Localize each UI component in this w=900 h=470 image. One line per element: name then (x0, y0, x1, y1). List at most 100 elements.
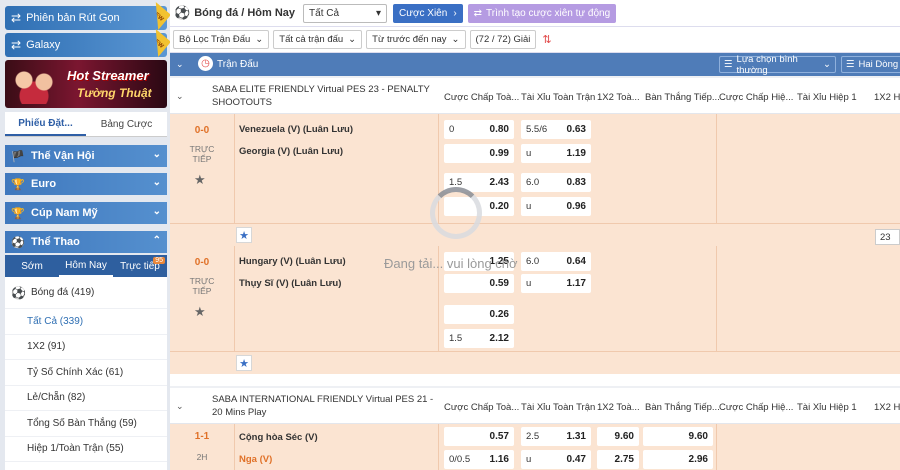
loading-spinner-icon (430, 187, 482, 239)
chevron-down-icon: ⌄ (348, 34, 357, 45)
match-footer: ★ (170, 352, 900, 374)
odds-button[interactable]: 9.60 (597, 427, 639, 446)
odds-value: 0.80 (489, 124, 509, 135)
soccer-ball-icon: ⚽ (11, 236, 25, 249)
odds-button[interactable]: 0.99 (444, 144, 514, 163)
banner-line-2: Tường Thuật (77, 86, 152, 100)
tab-today[interactable]: Hôm Nay (59, 255, 113, 277)
match-status: TRỰC TIẾP (189, 276, 215, 296)
market-item-correct-score[interactable]: Tỷ Số Chính Xác (61) (5, 360, 167, 386)
odds-button[interactable]: 0.59 (444, 274, 514, 293)
tab-bet-list[interactable]: Bảng Cược (86, 112, 167, 136)
odds-button[interactable]: 0.26 (444, 305, 514, 324)
odds-button[interactable]: 1.5 2.12 (444, 329, 514, 348)
odds-value: 0.63 (566, 124, 586, 135)
sidebar-section-euro[interactable]: 🏆 Euro ⌄ (5, 173, 167, 195)
odds-button[interactable]: 5.5/6 0.63 (521, 120, 591, 139)
odds-value: 0.47 (566, 454, 586, 465)
league-filter-label: Bộ Lọc Trận Đấu (179, 34, 251, 45)
olympics-icon: 🏴 (11, 150, 25, 163)
star-icon[interactable]: ★ (236, 355, 252, 371)
odds-value: 0.59 (489, 278, 509, 289)
odds-button[interactable]: 2.75 (597, 450, 639, 469)
odds-button[interactable]: 9.60 (643, 427, 713, 446)
section-label: Thể Thao (31, 236, 80, 248)
compact-version-link[interactable]: ⇄ Phiên bản Rút Gọn NEW (5, 6, 167, 30)
soccer-ball-icon: ⚽ (174, 5, 191, 20)
auto-parlay-button[interactable]: ⇄ Trình tạo cược xiên tự động (467, 3, 617, 23)
total-line: 2.5 (526, 431, 540, 442)
chevron-down-icon[interactable]: ⌄ (176, 91, 184, 102)
market-header: Tài Xỉu Toàn Trận (521, 402, 596, 413)
match-status: 2H (196, 452, 208, 462)
odds-button[interactable]: 2.96 (643, 450, 713, 469)
league-filter-dropdown[interactable]: Bộ Lọc Trận Đấu ⌄ (173, 30, 270, 49)
tab-betslip[interactable]: Phiếu Đặt... (5, 112, 86, 136)
market-header: Tài Xỉu Hiệp 1 (797, 92, 857, 103)
magic-wand-icon: ⇄ (473, 7, 483, 19)
odds-format-dropdown[interactable]: ☰ Hai Dòng (841, 56, 900, 73)
clock-icon: ◷ (198, 56, 213, 71)
odds-value: 0.57 (489, 431, 509, 442)
match-filter-label: Tất cả trận đấu (279, 34, 344, 45)
sort-icon[interactable]: ⇅ (542, 33, 551, 46)
tab-early[interactable]: Sớm (5, 255, 59, 277)
view-option-dropdown[interactable]: ☰ Lựa chọn bình thường ⌄ (719, 54, 836, 76)
compact-version-label: Phiên bản Rút Gọn (26, 12, 120, 24)
market-item-1x2[interactable]: 1X2 (91) (5, 335, 167, 360)
league-header[interactable]: ⌄ SABA ELITE FRIENDLY Virtual PES 23 - P… (170, 78, 900, 114)
market-item-ht-ft[interactable]: Hiệp 1/Toàn Trận (55) (5, 437, 167, 462)
league-name: SABA INTERNATIONAL FRIENDLY Virtual PES … (212, 394, 434, 418)
odds-value: 1.19 (566, 148, 586, 159)
star-icon[interactable]: ★ (194, 304, 206, 320)
star-icon[interactable]: ★ (236, 227, 252, 243)
chevron-down-icon: ⌄ (152, 177, 161, 188)
odds-button[interactable]: 6.0 0.83 (521, 173, 591, 192)
sidebar-section-copa-america[interactable]: 🏆 Cúp Nam Mỹ ⌄ (5, 202, 167, 224)
sport-item-football[interactable]: ⚽ Bóng đá (419) (5, 277, 167, 309)
total-line: 5.5/6 (526, 124, 548, 135)
sport-label: Bóng đá (419) (30, 287, 95, 298)
market-item-total-goals[interactable]: Tổng Số Bàn Thắng (59) (5, 411, 167, 437)
collapse-all-icon[interactable]: ⌄ (176, 59, 184, 70)
odds-value: 1.31 (566, 431, 586, 442)
odds-button[interactable]: u 1.19 (521, 144, 591, 163)
chevron-down-icon[interactable]: ⌄ (176, 401, 184, 412)
odds-button[interactable]: 2.5 1.31 (521, 427, 591, 446)
odds-button[interactable]: 0 0.80 (444, 120, 514, 139)
tab-live[interactable]: Trực tiếp 95 (113, 255, 167, 277)
odds-button[interactable]: u 0.47 (521, 450, 591, 469)
league-header[interactable]: ⌄ SABA INTERNATIONAL FRIENDLY Virtual PE… (170, 388, 900, 424)
away-team: Thụy Sĩ (V) (Luân Lưu) (239, 278, 342, 289)
sidebar-section-sports[interactable]: ⚽ Thể Thao ⌃ (5, 231, 167, 253)
match-score: 0-0 (194, 125, 210, 136)
odds-value: 9.60 (614, 431, 634, 442)
page-selector[interactable]: 23 (875, 229, 900, 245)
star-icon[interactable]: ★ (194, 172, 206, 188)
new-badge: NEW (143, 29, 171, 57)
market-item-all[interactable]: Tất Cả (339) (5, 309, 167, 335)
market-item-odd-even[interactable]: Lẻ/Chẵn (82) (5, 386, 167, 411)
time-filter-dropdown[interactable]: Từ trước đến nay ⌄ (366, 30, 466, 49)
odds-value: 1.17 (566, 278, 586, 289)
parlay-button[interactable]: Cược Xiên › (393, 3, 463, 23)
home-team: Cộng hòa Séc (V) (239, 432, 318, 443)
streamer-image (9, 64, 59, 104)
sidebar-section-olympics[interactable]: 🏴 Thế Vận Hội ⌄ (5, 145, 167, 167)
league-section: ⌄ SABA ELITE FRIENDLY Virtual PES 23 - P… (170, 78, 900, 386)
odds-button[interactable]: u 0.96 (521, 197, 591, 216)
odds-button[interactable]: 0.57 (444, 427, 514, 446)
away-team: Nga (V) (239, 454, 273, 465)
galaxy-link[interactable]: ⇄ Galaxy NEW (5, 33, 167, 57)
market-header: 1X2 H (874, 92, 900, 103)
odds-button[interactable]: 6.0 0.64 (521, 252, 591, 271)
top-bar: ⚽ Bóng đá / Hôm Nay Tất Cả ▾ Cược Xiên ›… (170, 0, 900, 27)
odds-button[interactable]: u 1.17 (521, 274, 591, 293)
odds-button[interactable]: 0/0.5 1.16 (444, 450, 514, 469)
hot-streamer-banner[interactable]: Hot Streamer Tường Thuật (5, 60, 167, 108)
market-select[interactable]: Tất Cả ▾ (303, 3, 388, 23)
odds-table-header: ⌄ ◷ Trận Đấu ☰ Lựa chọn bình thường ⌄ ☰ … (170, 53, 900, 76)
market-header: Cược Chấp Toà... (444, 92, 520, 103)
match-filter-dropdown[interactable]: Tất cả trận đấu ⌄ (273, 30, 363, 49)
home-team: Hungary (V) (Luân Lưu) (239, 256, 346, 267)
